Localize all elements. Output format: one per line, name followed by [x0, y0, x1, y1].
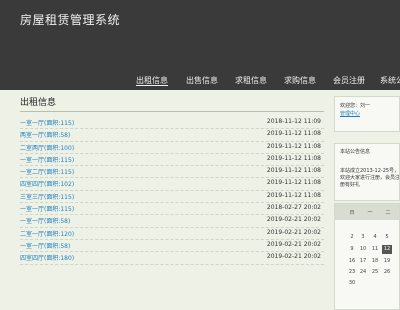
calendar-day[interactable]: 9 — [347, 245, 357, 254]
calendar-day[interactable]: 19 — [382, 257, 392, 266]
calendar-day[interactable]: 25 — [370, 268, 380, 277]
site-header: 房屋租赁管理系统 出租信息 出售信息 求租信息 求购信息 会员注册 系统公 — [0, 0, 400, 90]
calendar-day-today[interactable]: 12 — [382, 245, 392, 254]
calendar-day[interactable]: 30 — [347, 279, 357, 288]
listing-date: 2018-02-27 20:02 — [266, 204, 321, 212]
user-info-box: 欢迎您：刘一 管理中心 — [334, 96, 400, 132]
list-item: 四室四厅(面积:180) 2019-02-21 20:02 — [20, 252, 324, 265]
weekday-label: 二 — [385, 210, 391, 216]
list-item: 二室两厅(面积:100) 2019-11-12 11:08 — [20, 142, 324, 154]
content-area: 出租信息 一室一厅(面积:115) 2018-11-12 11:09 两室一厅(面… — [0, 90, 400, 310]
listing-title-link[interactable]: 三室三厅(面积:115) — [20, 192, 74, 201]
listing-date: 2019-02-21 20:02 — [266, 240, 321, 248]
calendar-day[interactable]: 16 — [347, 257, 357, 266]
listing-date: 2019-11-12 11:08 — [266, 130, 321, 138]
calendar-weekday-header: 日 一 二 三 — [335, 204, 399, 220]
admin-center-link[interactable]: 管理中心 — [340, 111, 360, 118]
list-item: 三室三厅(面积:115) 2019-11-12 11:08 — [20, 191, 324, 204]
listing-title-link[interactable]: 一室一厅(面积:58) — [20, 216, 70, 225]
listing-date: 2018-11-12 11:09 — [266, 118, 321, 125]
calendar-day[interactable]: 18 — [370, 257, 380, 266]
list-item: 四室四厅(面积:102) 2019-11-12 11:08 — [20, 178, 324, 191]
calendar-day[interactable]: 10 — [358, 245, 368, 254]
listing-title-link[interactable]: 一室一厅(面积:115) — [20, 118, 74, 127]
nav-item-system[interactable]: 系统公 — [380, 72, 400, 90]
welcome-text: 欢迎您：刘一 — [340, 103, 371, 109]
nav-item-sale[interactable]: 出售信息 — [186, 72, 218, 90]
sidebar: 欢迎您：刘一 管理中心 本站公告信息 本站成立2013-12-25号，欢迎大家进… — [334, 90, 400, 310]
list-item: 二室一厅(面积:120) 2019-02-21 20:02 — [20, 228, 324, 240]
weekday-label: 日 — [349, 210, 355, 216]
app-window: 房屋租赁管理系统 出租信息 出售信息 求租信息 求购信息 会员注册 系统公 出租… — [0, 0, 400, 310]
listing-title-link[interactable]: 四室四厅(面积:102) — [20, 179, 74, 188]
site-title: 房屋租赁管理系统 — [20, 13, 121, 27]
weekday-label: 一 — [367, 210, 373, 216]
notice-box: 本站公告信息 本站成立2013-12-25号，欢迎大家进行注册，会员注册有好礼 — [334, 143, 400, 201]
calendar-day[interactable]: 24 — [358, 268, 368, 277]
list-item: 一室二厅(面积:115) 2019-11-12 11:08 — [20, 166, 324, 179]
rental-list: 一室一厅(面积:115) 2018-11-12 11:09 两室一厅(面积:58)… — [20, 117, 324, 265]
calendar-day[interactable]: 23 — [347, 268, 357, 277]
listing-title-link[interactable]: 两室一厅(面积:58) — [20, 130, 70, 139]
listing-title-link[interactable]: 二室两厅(面积:100) — [20, 143, 74, 152]
listing-title-link[interactable]: 一室一厅(面积:58) — [20, 241, 70, 250]
list-item: 两室一厅(面积:58) 2019-11-12 11:08 — [20, 129, 324, 142]
list-item: 一室一厅(面积:115) 2018-11-12 11:09 — [20, 117, 324, 130]
calendar-day[interactable]: 5 — [382, 233, 392, 242]
listing-date: 2019-02-21 20:02 — [266, 228, 321, 236]
listing-title-link[interactable]: 一室二厅(面积:115) — [20, 167, 74, 176]
list-item: 一室一厅(面积:58) 2019-02-21 20:02 — [20, 215, 324, 228]
listing-date: 2019-02-21 20:02 — [266, 216, 321, 224]
calendar-day[interactable]: 11 — [370, 245, 380, 254]
nav-item-wanted-rent[interactable]: 求租信息 — [235, 72, 267, 90]
listing-date: 2019-11-12 11:08 — [266, 179, 321, 187]
calendar-widget: 日 一 二 三 2 3 4 5 9 10 11 12 16 17 18 19 2… — [334, 203, 400, 310]
rental-list-panel: 出租信息 一室一厅(面积:115) 2018-11-12 11:09 两室一厅(面… — [14, 90, 324, 310]
nav-item-wanted-buy[interactable]: 求购信息 — [284, 72, 316, 90]
calendar-day[interactable]: 4 — [370, 233, 380, 242]
nav-item-rent-out[interactable]: 出租信息 — [136, 72, 168, 90]
title-divider — [20, 111, 324, 112]
main-nav: 出租信息 出售信息 求租信息 求购信息 会员注册 系统公 — [0, 72, 400, 90]
calendar-day[interactable]: 17 — [358, 257, 368, 266]
listing-title-link[interactable]: 二室一厅(面积:120) — [20, 229, 74, 238]
calendar-day[interactable]: 3 — [358, 233, 368, 242]
listing-title-link[interactable]: 一室一厅(面积:115) — [20, 204, 74, 213]
list-item: 一室一厅(面积:115) 2019-11-12 11:08 — [20, 154, 324, 167]
notice-title: 本站公告信息 — [340, 149, 371, 155]
notice-body: 本站成立2013-12-25号，欢迎大家进行注册，会员注册有好礼 — [340, 168, 400, 188]
listing-date: 2019-11-12 11:08 — [266, 191, 321, 199]
listing-date: 2019-02-21 20:02 — [266, 253, 321, 261]
list-item: 一室一厅(面积:58) 2019-02-21 20:02 — [20, 240, 324, 253]
list-item: 一室一厅(面积:115) 2018-02-27 20:02 — [20, 203, 324, 216]
nav-item-register[interactable]: 会员注册 — [333, 72, 365, 90]
listing-date: 2019-11-12 11:08 — [266, 142, 321, 150]
listing-date: 2019-11-12 11:08 — [266, 167, 321, 175]
listing-title-link[interactable]: 四室四厅(面积:180) — [20, 253, 74, 262]
calendar-day[interactable]: 26 — [382, 268, 392, 277]
calendar-day[interactable]: 2 — [347, 233, 357, 242]
listing-date: 2019-11-12 11:08 — [266, 154, 321, 162]
section-title: 出租信息 — [20, 98, 57, 108]
listing-title-link[interactable]: 一室一厅(面积:115) — [20, 155, 74, 164]
